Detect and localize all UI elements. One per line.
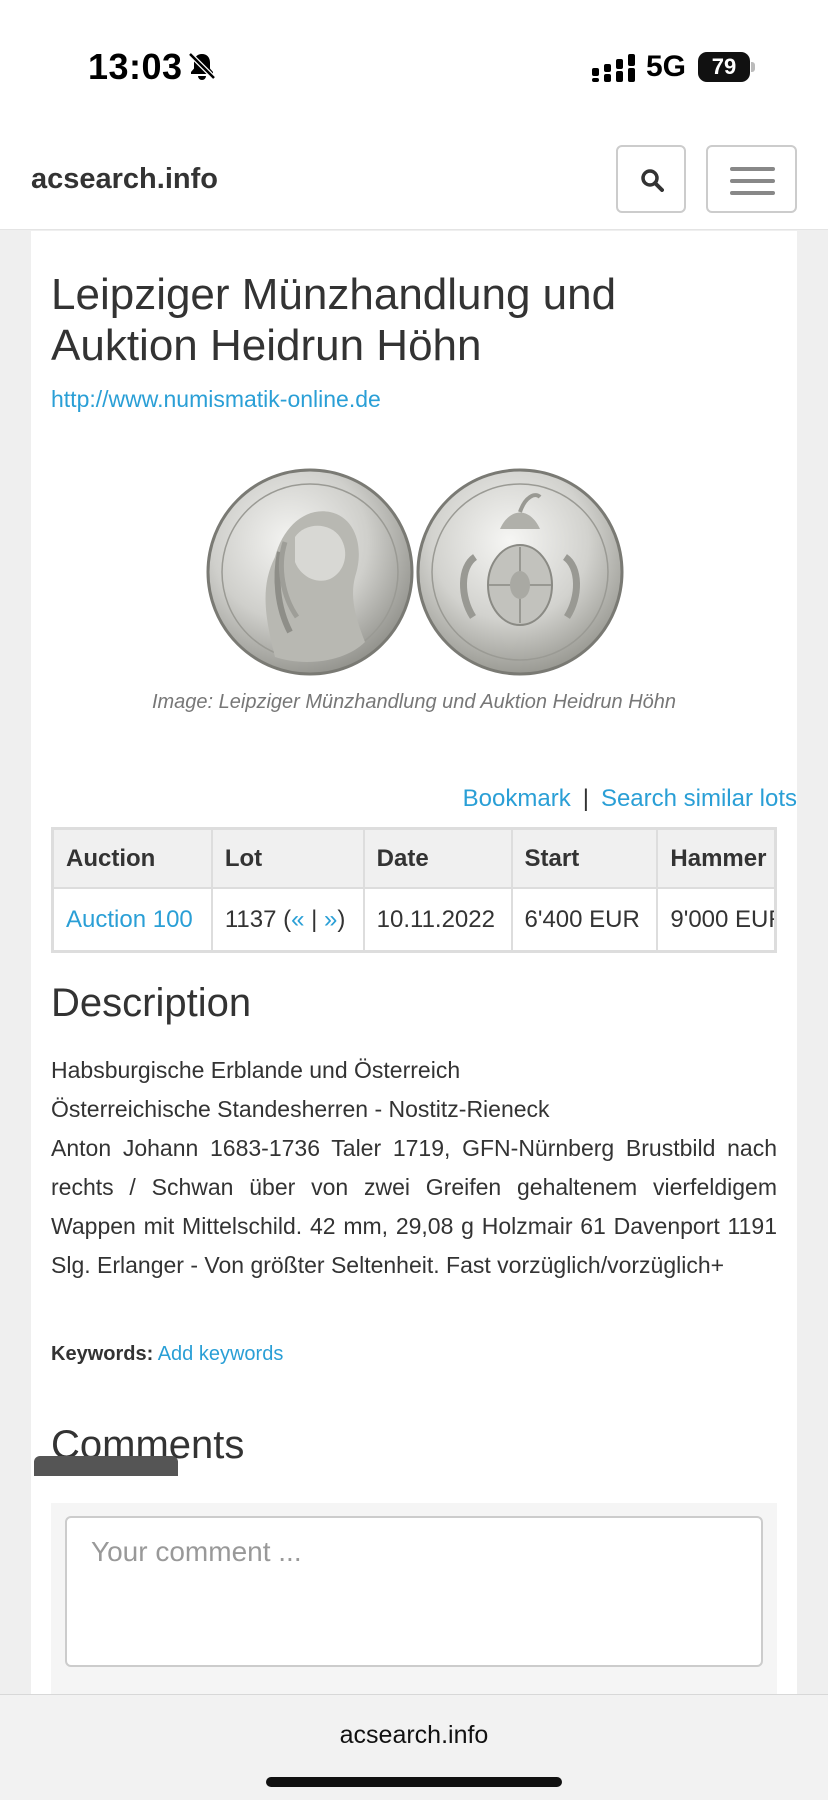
- search-button[interactable]: [616, 145, 686, 213]
- browser-bottom-bar: acsearch.info: [0, 1694, 828, 1800]
- column-header-auction: Auction: [54, 830, 213, 888]
- network-type: 5G: [646, 50, 687, 83]
- description-body: Anton Johann 1683-1736 Taler 1719, GFN-N…: [51, 1135, 777, 1278]
- coin-image[interactable]: [205, 467, 625, 677]
- keywords-label: Keywords:: [51, 1343, 154, 1365]
- column-header-start: Start: [511, 830, 659, 888]
- site-navbar: acsearch.info: [0, 135, 828, 230]
- description-subcategory: Österreichische Standesherren - Nostitz-…: [51, 1096, 550, 1122]
- cell-date: 10.11.2022: [363, 887, 513, 950]
- table-row: Auction 100 1137 (« | ») 10.11.2022 6'40…: [54, 887, 774, 950]
- battery-level: 79: [711, 54, 737, 79]
- lot-table-container[interactable]: Auction Lot Date Start Hammer Auction 10…: [51, 827, 777, 953]
- description-category: Habsburgische Erblande und Österreich: [51, 1057, 461, 1083]
- auction-house-link[interactable]: http://www.numismatik-online.de: [51, 386, 381, 413]
- search-icon: [641, 169, 664, 192]
- column-header-hammer: Hammer: [657, 830, 774, 888]
- search-similar-lots-link[interactable]: Search similar lots: [601, 785, 797, 812]
- lot-number: 1137 (: [224, 905, 292, 933]
- bookmark-link[interactable]: Bookmark: [463, 785, 571, 812]
- column-header-lot: Lot: [211, 830, 365, 888]
- add-keywords-link[interactable]: Add keywords: [158, 1343, 284, 1365]
- status-bar: 13:03 5G 79: [0, 0, 828, 135]
- auction-link[interactable]: Auction 100: [66, 906, 193, 933]
- description-text: Habsburgische Erblande und Österreich Ös…: [51, 1051, 777, 1285]
- browser-url-label[interactable]: acsearch.info: [0, 1721, 828, 1750]
- previous-lot-link[interactable]: «: [291, 906, 304, 933]
- table-header-row: Auction Lot Date Start Hammer: [54, 830, 774, 888]
- coin-reverse: [416, 468, 624, 676]
- description-heading: Description: [51, 981, 252, 1025]
- cell-hammer-price: 9'000 EUR: [657, 887, 774, 950]
- lot-close-paren: ): [337, 905, 346, 933]
- home-indicator[interactable]: [266, 1777, 562, 1787]
- site-brand[interactable]: acsearch.info: [31, 163, 218, 196]
- comment-form: [51, 1503, 777, 1694]
- image-caption: Image: Leipziger Münzhandlung und Auktio…: [151, 691, 677, 713]
- lot-table: Auction Lot Date Start Hammer Auction 10…: [54, 830, 774, 950]
- coin-obverse: [206, 468, 414, 676]
- next-lot-link[interactable]: »: [324, 906, 337, 933]
- cellular-signal-icon: [592, 54, 635, 82]
- battery-icon: 79: [698, 52, 756, 82]
- column-header-date: Date: [363, 830, 513, 888]
- lot-actions: Bookmark | Search similar lots: [463, 785, 797, 813]
- action-separator: |: [582, 785, 589, 812]
- status-time: 13:03: [88, 46, 183, 87]
- menu-toggle-button[interactable]: [706, 145, 797, 213]
- cell-lot: 1137 (« | »): [211, 887, 365, 950]
- cell-start-price: 6'400 EUR: [511, 887, 659, 950]
- cell-auction: Auction 100: [54, 887, 213, 950]
- page-title: Leipziger Münzhandlung und Auktion Heidr…: [51, 270, 617, 370]
- lot-nav-separator: |: [304, 905, 325, 933]
- keywords-row: Keywords: Add keywords: [51, 1343, 283, 1366]
- bell-muted-icon: [188, 52, 216, 80]
- comment-input[interactable]: [65, 1516, 763, 1667]
- submit-comment-button[interactable]: [34, 1456, 178, 1476]
